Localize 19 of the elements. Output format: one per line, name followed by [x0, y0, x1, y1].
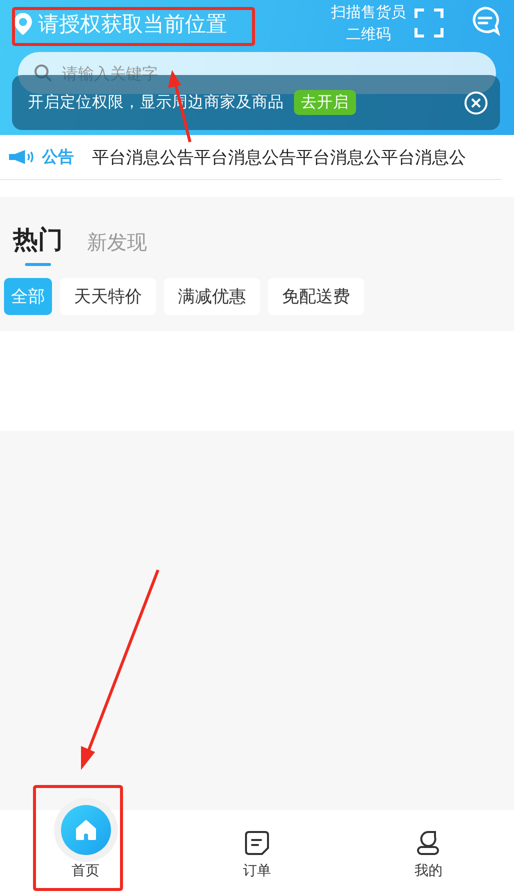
scan-icon[interactable] [414, 8, 444, 38]
scan-label: 扫描售货员 [331, 2, 406, 23]
nav-tab[interactable]: 首页 [0, 794, 172, 894]
home-icon [60, 805, 111, 855]
feed-tab[interactable]: 热门 [13, 223, 63, 266]
close-icon[interactable] [464, 90, 488, 114]
person-icon [415, 830, 442, 856]
filter-chip[interactable]: 天天特价 [60, 278, 156, 315]
chat-icon[interactable] [470, 6, 500, 36]
document-icon [244, 830, 270, 856]
location-pin-icon [14, 13, 32, 35]
nav-tab[interactable]: 订单 [171, 794, 343, 894]
filter-chip[interactable]: 满减优惠 [164, 278, 260, 315]
scan-label: 二维码 [346, 24, 391, 45]
nav-tab[interactable]: 我的 [342, 794, 514, 894]
notice-text[interactable]: 平台消息公告平台消息公告平台消息公平台消息公 [92, 146, 466, 168]
filter-chip[interactable]: 免配送费 [268, 278, 364, 315]
megaphone-icon [8, 149, 34, 165]
notice-label: 公告 [42, 146, 74, 168]
